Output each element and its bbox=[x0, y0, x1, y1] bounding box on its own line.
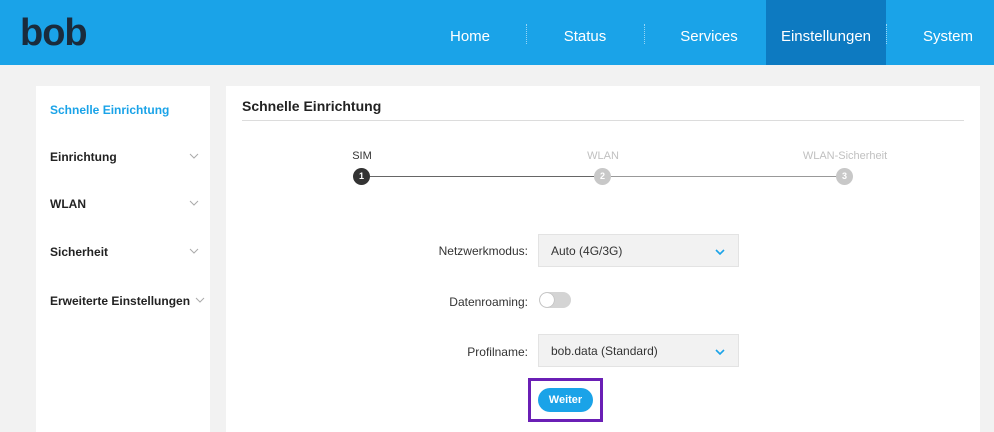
sidebar-item-label: Einrichtung bbox=[50, 150, 117, 164]
nav-home[interactable]: Home bbox=[430, 0, 510, 65]
chevron-down-icon bbox=[189, 153, 199, 159]
chevron-down-icon bbox=[715, 349, 725, 356]
nav-system[interactable]: System bbox=[908, 0, 988, 65]
page-title: Schnelle Einrichtung bbox=[242, 98, 382, 114]
network-mode-value: Auto (4G/3G) bbox=[551, 244, 623, 258]
sidebar-item-label: Erweiterte Einstellungen bbox=[50, 294, 191, 308]
nav-separator bbox=[886, 24, 887, 44]
step-indicator-1: 1 bbox=[353, 168, 370, 185]
sidebar: Schnelle Einrichtung Einrichtung WLAN Si… bbox=[36, 86, 210, 432]
nav-services[interactable]: Services bbox=[664, 0, 754, 65]
step-label-wlan: WLAN bbox=[587, 150, 619, 162]
chevron-down-icon bbox=[715, 249, 725, 256]
step-indicator-2: 2 bbox=[594, 168, 611, 185]
sidebar-item-einrichtung[interactable]: Einrichtung bbox=[36, 146, 210, 170]
sidebar-item-erweiterte-einstellungen[interactable]: Erweiterte Einstellungen bbox=[36, 290, 210, 314]
nav-separator bbox=[644, 24, 645, 44]
nav-status[interactable]: Status bbox=[545, 0, 625, 65]
chevron-down-icon bbox=[195, 297, 205, 303]
step-label-wlan-sicherheit: WLAN-Sicherheit bbox=[802, 150, 888, 162]
sidebar-item-schnelle-einrichtung[interactable]: Schnelle Einrichtung bbox=[36, 99, 210, 123]
sidebar-item-wlan[interactable]: WLAN bbox=[36, 193, 210, 217]
top-navigation-bar: bob Home Status Services Einstellungen S… bbox=[0, 0, 994, 65]
profile-name-label: Profilname: bbox=[467, 345, 528, 359]
step-indicator-3: 3 bbox=[836, 168, 853, 185]
toggle-knob bbox=[540, 293, 554, 307]
profile-name-value: bob.data (Standard) bbox=[551, 344, 658, 358]
roaming-label: Datenroaming: bbox=[449, 295, 528, 309]
step-label-sim: SIM bbox=[352, 150, 372, 162]
bob-logo[interactable]: bob bbox=[20, 16, 116, 52]
network-mode-select[interactable]: Auto (4G/3G) bbox=[538, 234, 739, 267]
step-connector bbox=[370, 176, 598, 177]
step-connector bbox=[611, 176, 837, 177]
profile-name-select[interactable]: bob.data (Standard) bbox=[538, 334, 739, 367]
title-divider bbox=[242, 120, 964, 121]
sidebar-item-label: Schnelle Einrichtung bbox=[50, 103, 170, 117]
sidebar-item-label: WLAN bbox=[50, 197, 86, 211]
roaming-toggle[interactable] bbox=[539, 292, 571, 308]
chevron-down-icon bbox=[189, 200, 199, 206]
nav-separator bbox=[526, 24, 527, 44]
next-button[interactable]: Weiter bbox=[538, 388, 593, 412]
nav-einstellungen[interactable]: Einstellungen bbox=[766, 0, 886, 65]
sidebar-item-label: Sicherheit bbox=[50, 245, 109, 259]
network-mode-label: Netzwerkmodus: bbox=[438, 244, 528, 258]
svg-text:bob: bob bbox=[20, 16, 87, 52]
sidebar-item-sicherheit[interactable]: Sicherheit bbox=[36, 241, 210, 265]
chevron-down-icon bbox=[189, 248, 199, 254]
